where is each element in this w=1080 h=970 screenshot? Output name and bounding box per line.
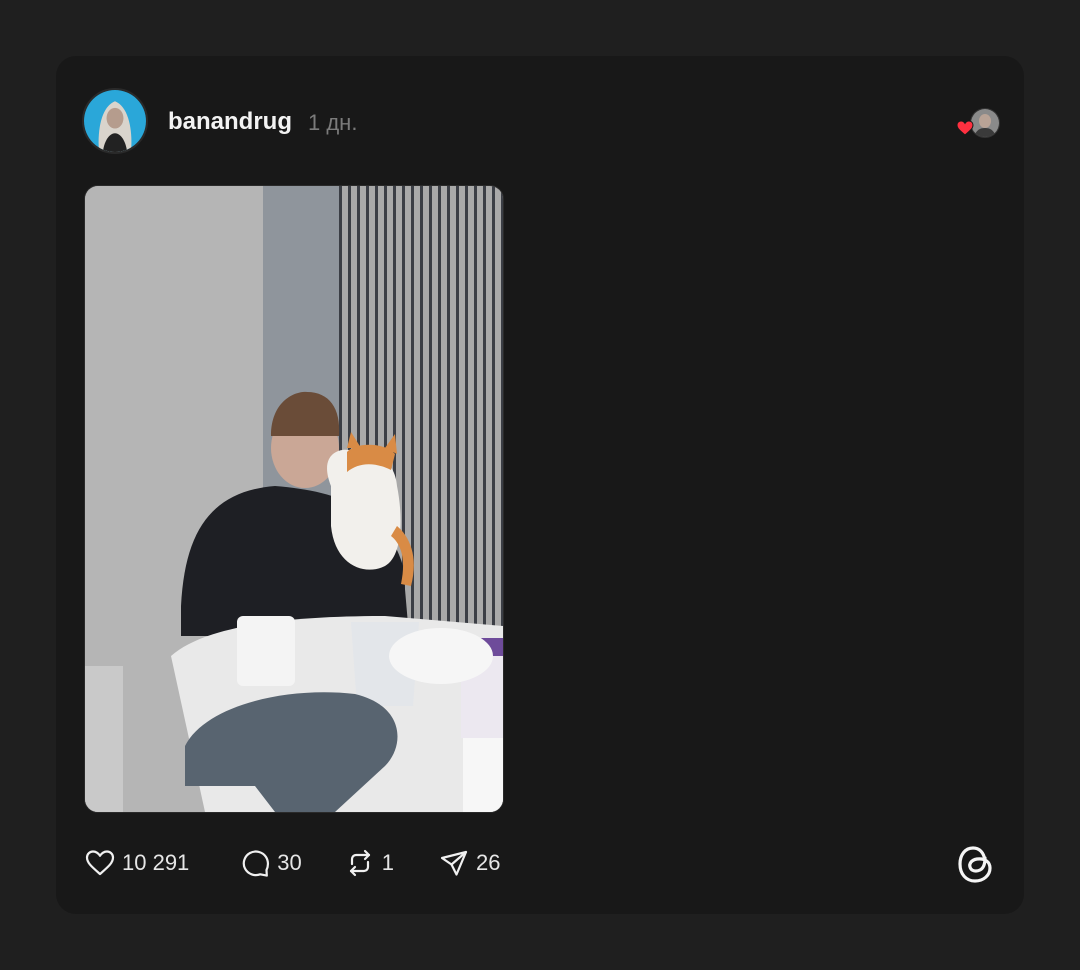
share-button[interactable]: 26 (438, 847, 501, 879)
liker-avatar (970, 108, 1000, 138)
post-photo[interactable] (84, 185, 504, 813)
comment-count: 30 (277, 850, 302, 875)
like-button[interactable]: 10 291 (84, 847, 189, 879)
share-count: 26 (476, 850, 501, 875)
heart-outline-icon (85, 850, 115, 876)
heart-icon (956, 120, 974, 136)
photo-image (85, 186, 503, 812)
threads-logo-icon[interactable] (954, 840, 998, 888)
comment-bubble-icon (243, 850, 270, 877)
post-time: 1 дн. (308, 110, 358, 135)
liked-by-indicator[interactable] (956, 108, 1000, 138)
repost-button[interactable]: 1 (344, 847, 394, 879)
repost-count: 1 (381, 850, 395, 875)
like-count: 10 291 (122, 850, 190, 875)
comment-button[interactable]: 30 (239, 847, 302, 879)
post-actions: 10 291 30 1 26 (84, 846, 501, 880)
post-card: banandrug 1 дн. 10 291 30 1 26 (56, 56, 1024, 914)
repost-icon (349, 849, 370, 877)
send-icon (440, 850, 468, 876)
author-avatar[interactable] (82, 88, 148, 154)
avatar-image (84, 90, 146, 152)
author-username[interactable]: banandrug (168, 108, 292, 136)
